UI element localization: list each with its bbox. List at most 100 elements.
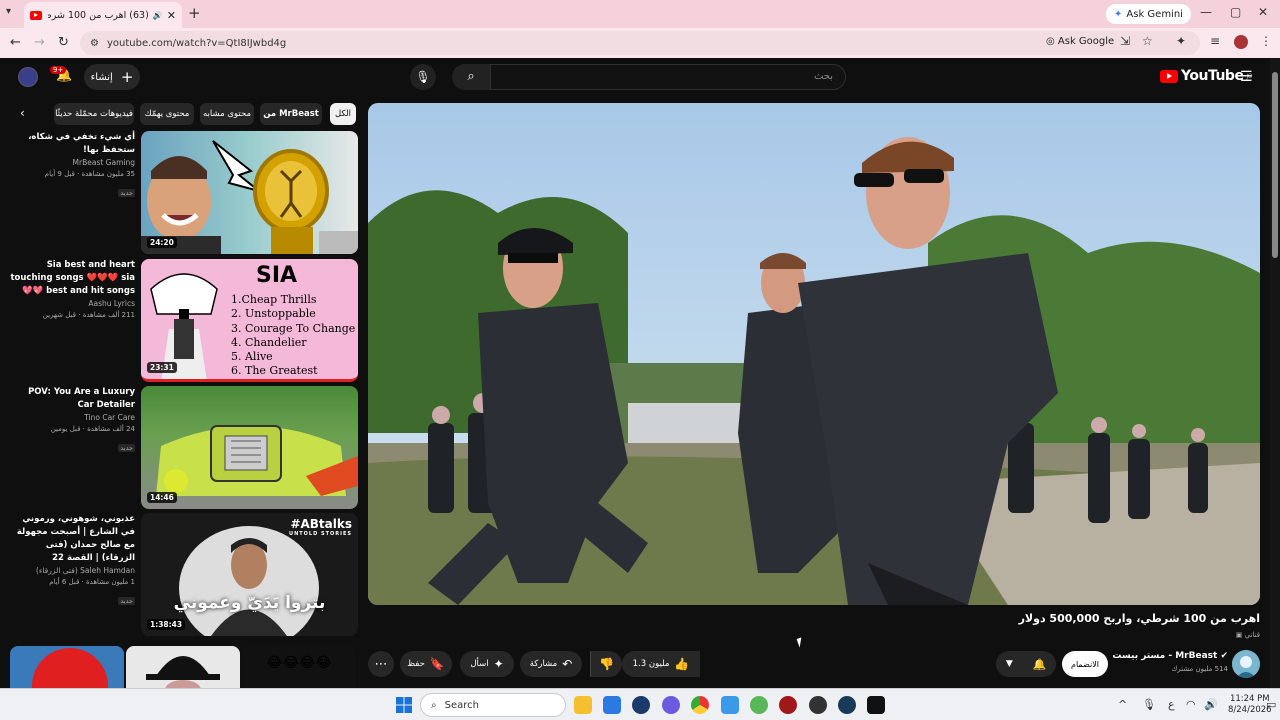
scrollbar-thumb[interactable] [1272, 72, 1278, 258]
list-item[interactable]: Sia best and heart touching songs ❤️❤️❤️… [10, 259, 358, 383]
channel-name[interactable]: Tino Car Care [10, 412, 135, 424]
channel-avatar[interactable] [1232, 650, 1260, 678]
volume-icon[interactable]: 🔊 [1204, 698, 1218, 711]
app-dark-icon[interactable] [809, 696, 827, 714]
video-thumbnail[interactable]: #ABtalks UNTOLD STORIES بتروا يَدَيّ وعم… [141, 513, 358, 636]
search-icon[interactable]: ⌕ [452, 64, 490, 90]
short-thumbnail[interactable] [10, 646, 124, 688]
app-n-icon[interactable] [867, 696, 885, 714]
steam-icon[interactable] [838, 696, 856, 714]
video-title[interactable]: عذبوني، شوهوني، ورموني في الشارع | أصبحت… [10, 513, 135, 565]
short-emoji-text: 😂😂😂😂 [266, 655, 332, 671]
tab-search-dropdown-icon[interactable]: ▾ [6, 6, 11, 17]
channel-name[interactable]: Saleh Hamdan (فتى الزرقاء) [10, 565, 135, 577]
back-button[interactable]: ← [10, 35, 21, 50]
language-indicator[interactable]: ع [1168, 698, 1175, 711]
close-window-button[interactable]: ✕ [1258, 5, 1268, 19]
thumbnail-art [141, 140, 358, 254]
sparkle-icon: ✦ [493, 657, 504, 671]
list-item[interactable]: أي شيء تخفي في شكاه، ستحفظ بها! MrBeast … [10, 131, 358, 255]
windows-start-icon[interactable] [396, 697, 412, 713]
app-a-icon[interactable] [721, 696, 739, 714]
ask-button[interactable]: اسأل ✦ [460, 651, 514, 677]
audio-icon[interactable]: 🔊 [153, 11, 163, 20]
new-tab-button[interactable]: + [188, 4, 201, 22]
share-icon: ↶ [562, 657, 573, 671]
app-c-icon[interactable] [632, 696, 650, 714]
like-count: 1.3 مليون [632, 659, 670, 669]
channel-name[interactable]: MrBeast Gaming [10, 157, 135, 169]
browser-tab-youtube[interactable]: (63) اهرب من 100 شرطي، وا 🔊 ✕ [24, 2, 182, 28]
channel-name[interactable]: ✔ MrBeast - مستر بيست [1110, 651, 1228, 661]
user-avatar[interactable] [18, 67, 38, 87]
short-art [32, 648, 108, 688]
search-input[interactable]: بحث [490, 64, 846, 90]
chips-prev-icon[interactable]: ‹ [20, 106, 25, 120]
youtube-logo-text: YouTube [1181, 68, 1244, 84]
reading-list-icon[interactable]: ≡ [1210, 34, 1220, 48]
create-button[interactable]: إنشاء + [84, 64, 140, 90]
minimize-button[interactable]: — [1200, 5, 1212, 19]
ask-gemini-button[interactable]: ✦ Ask Gemini [1106, 4, 1191, 24]
ask-google-button[interactable]: ◎ Ask Google [1046, 36, 1114, 47]
extensions-icon[interactable]: ✦ [1176, 34, 1186, 48]
bell-icon: 🔔 [1032, 657, 1047, 671]
subscribed-button[interactable]: ▼ 🔔 [996, 651, 1056, 677]
join-button[interactable]: الانضمام [1062, 651, 1108, 677]
reload-button[interactable]: ↻ [58, 35, 69, 50]
more-actions-button[interactable]: ⋯ [368, 651, 394, 677]
video-title[interactable]: Sia best and heart touching songs ❤️❤️❤️… [10, 259, 135, 298]
short-thumbnail[interactable] [126, 646, 240, 688]
chip-recently-uploaded[interactable]: فيديوهات محمّلة حديثًا [54, 103, 134, 125]
menu-icon[interactable]: ☰ [1240, 69, 1253, 85]
video-title[interactable]: أي شيء تخفي في شكاه، ستحفظ بها! [10, 131, 135, 157]
chip-from-mrbeast[interactable]: من MrBeast [260, 103, 322, 125]
create-label: إنشاء [90, 71, 113, 83]
more-icon: ⋯ [374, 656, 388, 672]
list-item[interactable]: POV: You Are a Luxury Car Detailer Tino … [10, 386, 358, 510]
video-thumbnail[interactable]: 24:20 [141, 131, 358, 254]
video-player[interactable] [368, 103, 1260, 605]
tray-mic-icon[interactable]: 🎙 [1142, 698, 1156, 711]
ask-google-label: Ask Google [1057, 36, 1115, 47]
shorts-icon: ▣ [1235, 631, 1243, 639]
channel-name[interactable]: Aashu Lyrics [10, 298, 135, 310]
wifi-icon[interactable]: ◠ [1186, 698, 1196, 711]
video-title[interactable]: POV: You Are a Luxury Car Detailer [10, 386, 135, 412]
install-app-icon[interactable]: ⇲ [1120, 34, 1130, 48]
page-scrollbar[interactable] [1270, 58, 1280, 688]
profile-avatar[interactable] [1234, 35, 1248, 49]
dislike-button[interactable]: 👎 [590, 651, 622, 677]
discord-icon[interactable] [662, 696, 680, 714]
bookmark-star-icon[interactable]: ☆ [1142, 34, 1153, 48]
thumbs-down-icon: 👎 [599, 657, 614, 671]
short-thumbnail[interactable]: 😂😂😂😂 [242, 646, 356, 688]
maximize-button[interactable]: ▢ [1230, 5, 1241, 19]
view-count: 211 ألف مشاهدة · قبل شهرين [42, 311, 135, 319]
video-thumbnail[interactable]: 14:46 [141, 386, 358, 509]
chrome-icon[interactable] [691, 696, 709, 714]
close-tab-icon[interactable]: ✕ [167, 9, 176, 22]
address-bar[interactable]: ⚙ youtube.com/watch?v=QtI8IJwbd4g [80, 31, 1200, 55]
app-red-icon[interactable] [779, 696, 797, 714]
save-button[interactable]: حفظ 🔖 [400, 651, 452, 677]
forward-button[interactable]: → [34, 35, 45, 50]
share-button[interactable]: مشاركة ↶ [520, 651, 582, 677]
tray-chevron-icon[interactable]: ^ [1118, 698, 1127, 711]
file-explorer-icon[interactable] [574, 696, 592, 714]
view-count: 35 مليون مشاهدة · قبل 9 أيام [44, 170, 135, 178]
app-green-icon[interactable] [750, 696, 768, 714]
notifications-icon[interactable]: ▭ [1266, 698, 1276, 711]
chip-related[interactable]: محتوى مشابه [200, 103, 254, 125]
chip-for-you[interactable]: محتوى يهمّك [140, 103, 194, 125]
taskbar-search[interactable]: ⌕ Search [420, 693, 566, 717]
microphone-icon[interactable]: 🎙 [410, 64, 436, 90]
youtube-logo[interactable]: YouTube JO [1160, 68, 1252, 84]
site-settings-icon[interactable]: ⚙ [90, 38, 99, 49]
video-thumbnail[interactable]: SIA 1.Cheap Thrills 2. Unstoppable 3. Co… [141, 259, 358, 382]
store-icon[interactable] [603, 696, 621, 714]
like-button[interactable]: 1.3 مليون 👍 [622, 651, 700, 677]
chip-all[interactable]: الكل [330, 103, 356, 125]
browser-menu-icon[interactable]: ⋮ [1260, 34, 1272, 48]
list-item[interactable]: عذبوني، شوهوني، ورموني في الشارع | أصبحت… [10, 513, 358, 637]
